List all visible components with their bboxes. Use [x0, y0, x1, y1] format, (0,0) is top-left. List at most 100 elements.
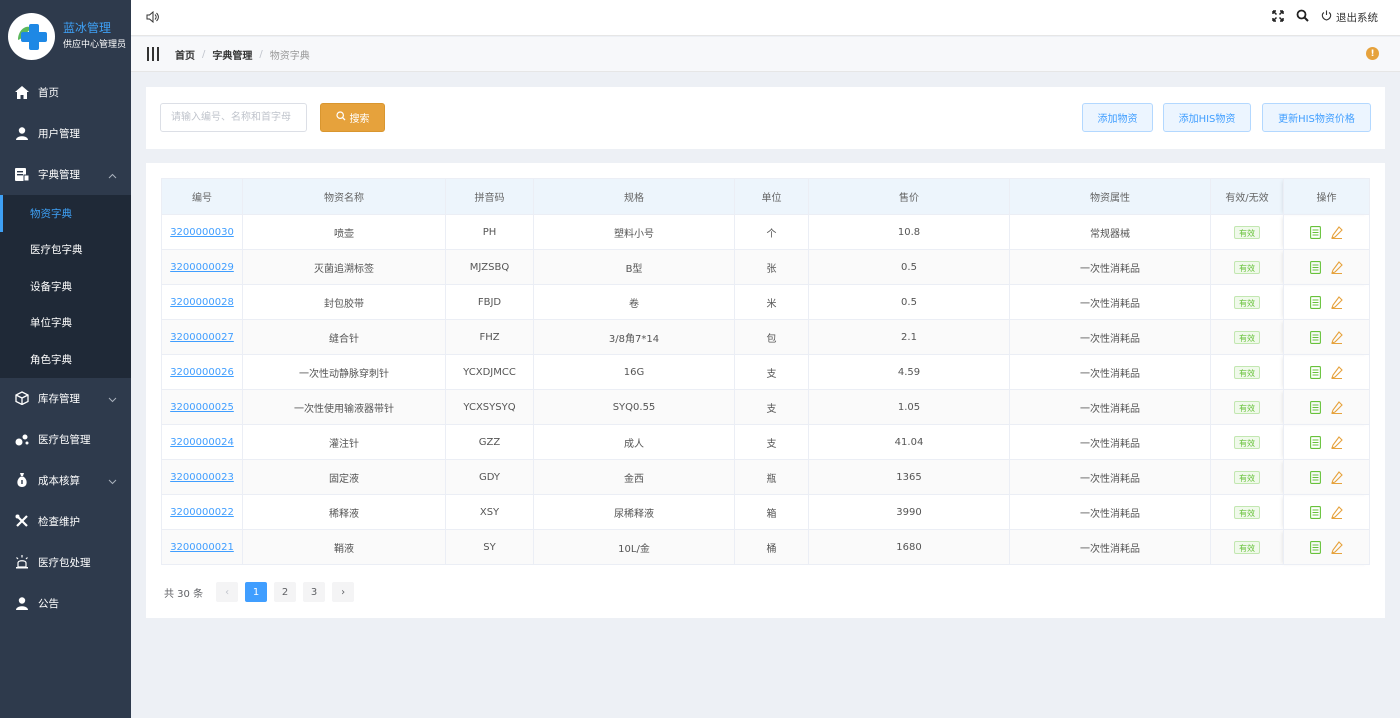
- sidebar-item-label: 首页: [38, 87, 59, 99]
- unit-cell: 桶: [734, 529, 809, 565]
- edit-icon[interactable]: [1331, 540, 1343, 554]
- pagination-page-button[interactable]: 2: [274, 582, 297, 602]
- power-icon: [1321, 10, 1332, 24]
- edit-icon[interactable]: [1331, 330, 1343, 344]
- material-code-link[interactable]: 3200000021: [170, 542, 234, 553]
- pagination-next-button[interactable]: ›: [332, 582, 355, 602]
- sidebar-item-label: 字典管理: [38, 169, 80, 181]
- material-code-link[interactable]: 3200000025: [170, 402, 234, 413]
- price-cell: 1365: [808, 459, 1010, 495]
- pinyin-cell: PH: [445, 214, 534, 250]
- unit-cell: 瓶: [734, 459, 809, 495]
- status-badge: 有效: [1234, 295, 1260, 309]
- table-row: 3200000025 一次性使用输液器带针 YCXSYSYQ SYQ0.55 支…: [161, 389, 1370, 425]
- sidebar-item-medical-pack-management[interactable]: 医疗包管理: [0, 419, 131, 460]
- search-icon[interactable]: [1296, 9, 1309, 25]
- pinyin-cell: YCXSYSYQ: [445, 389, 534, 425]
- pagination-page-button[interactable]: 3: [303, 582, 326, 602]
- material-code-link[interactable]: 3200000029: [170, 262, 234, 273]
- add-material-button[interactable]: 添加物资: [1082, 103, 1153, 132]
- edit-icon[interactable]: [1331, 505, 1343, 519]
- table-row: 3200000021 鞘液 SY 10L/金 桶 1680 一次性消耗品 有效: [161, 529, 1370, 565]
- column-header: 操作: [1283, 178, 1370, 215]
- table-row: 3200000029 灭菌追溯标签 MJZSBQ B型 张 0.5 一次性消耗品…: [161, 249, 1370, 285]
- box-icon: [14, 390, 30, 406]
- table-row: 3200000022 稀释液 XSY 尿稀释液 箱 3990 一次性消耗品 有效: [161, 494, 1370, 530]
- sidebar-item-users[interactable]: 用户管理: [0, 113, 131, 154]
- edit-icon[interactable]: [1331, 400, 1343, 414]
- info-icon[interactable]: !: [1366, 47, 1379, 60]
- view-detail-icon[interactable]: [1310, 540, 1321, 554]
- pagination-page-button[interactable]: 1: [245, 582, 268, 602]
- sidebar-item-label: 库存管理: [38, 392, 80, 405]
- table-row: 3200000026 一次性动静脉穿刺针 YCXDJMCC 16G 支 4.59…: [161, 354, 1370, 390]
- sidebar-item-cost-accounting[interactable]: 成本核算: [0, 460, 131, 501]
- unit-cell: 包: [734, 319, 809, 355]
- edit-icon[interactable]: [1331, 260, 1343, 274]
- pagination-prev-button[interactable]: ‹: [216, 582, 239, 602]
- view-detail-icon[interactable]: [1310, 505, 1321, 519]
- sidebar-item-home[interactable]: 首页: [0, 72, 131, 113]
- edit-icon[interactable]: [1331, 435, 1343, 449]
- sidebar-item-announcement[interactable]: 公告: [0, 583, 131, 624]
- submenu-item-material-dictionary[interactable]: 物资字典: [0, 195, 131, 232]
- pagination-total: 共 30 条: [164, 588, 204, 600]
- view-detail-icon[interactable]: [1310, 365, 1321, 379]
- column-header: 规格: [533, 178, 735, 215]
- search-button[interactable]: 搜索: [320, 103, 385, 132]
- column-header: 有效/无效: [1210, 178, 1284, 215]
- breadcrumb-home[interactable]: 首页: [175, 47, 195, 62]
- submenu-item-medical-pack-dictionary[interactable]: 医疗包字典: [0, 232, 131, 269]
- search-input[interactable]: [160, 103, 307, 132]
- add-his-material-button[interactable]: 添加HIS物资: [1163, 103, 1251, 132]
- material-code-link[interactable]: 3200000027: [170, 332, 234, 343]
- unit-cell: 个: [734, 214, 809, 250]
- edit-icon[interactable]: [1331, 470, 1343, 484]
- pinyin-cell: XSY: [445, 494, 534, 530]
- logout-button[interactable]: 退出系统: [1321, 10, 1378, 25]
- view-detail-icon[interactable]: [1310, 295, 1321, 309]
- sidebar: 蓝冰管理 供应中心管理员 首页 用户管理 字典管理 物资字典 医疗包字典 设备字…: [0, 0, 131, 718]
- sidebar-item-label: 用户管理: [38, 128, 80, 140]
- material-name-cell: 封包胶带: [242, 284, 446, 320]
- medical-pack-icon: [14, 431, 30, 447]
- breadcrumb: 首页 / 字典管理 / 物资字典: [175, 47, 310, 62]
- pinyin-cell: GDY: [445, 459, 534, 495]
- sidebar-item-medical-pack-processing[interactable]: 医疗包处理: [0, 542, 131, 583]
- view-detail-icon[interactable]: [1310, 330, 1321, 344]
- submenu-item-role-dictionary[interactable]: 角色字典: [0, 341, 131, 378]
- material-code-link[interactable]: 3200000030: [170, 227, 234, 238]
- menu-toggle-icon[interactable]: [147, 47, 159, 61]
- logo: [8, 12, 55, 60]
- unit-cell: 支: [734, 424, 809, 460]
- table-row: 3200000023 固定液 GDY 金西 瓶 1365 一次性消耗品 有效: [161, 459, 1370, 495]
- pinyin-cell: FBJD: [445, 284, 534, 320]
- speaker-icon[interactable]: [146, 10, 159, 26]
- alarm-light-icon: [14, 554, 30, 570]
- unit-cell: 箱: [734, 494, 809, 530]
- view-detail-icon[interactable]: [1310, 260, 1321, 274]
- material-code-link[interactable]: 3200000026: [170, 367, 234, 378]
- view-detail-icon[interactable]: [1310, 225, 1321, 239]
- price-cell: 2.1: [808, 319, 1010, 355]
- sidebar-item-dictionary[interactable]: 字典管理: [0, 154, 131, 195]
- material-code-link[interactable]: 3200000024: [170, 437, 234, 448]
- submenu-item-unit-dictionary[interactable]: 单位字典: [0, 305, 131, 342]
- sidebar-item-inspection-maintenance[interactable]: 检查维护: [0, 501, 131, 542]
- spec-cell: 卷: [533, 284, 735, 320]
- view-detail-icon[interactable]: [1310, 470, 1321, 484]
- view-detail-icon[interactable]: [1310, 435, 1321, 449]
- material-code-link[interactable]: 3200000022: [170, 507, 234, 518]
- status-badge: 有效: [1234, 400, 1260, 414]
- update-his-price-button[interactable]: 更新HIS物资价格: [1262, 103, 1371, 132]
- view-detail-icon[interactable]: [1310, 400, 1321, 414]
- sidebar-item-inventory[interactable]: 库存管理: [0, 378, 131, 419]
- material-code-link[interactable]: 3200000028: [170, 297, 234, 308]
- edit-icon[interactable]: [1331, 295, 1343, 309]
- submenu-item-equipment-dictionary[interactable]: 设备字典: [0, 268, 131, 305]
- breadcrumb-dictionary[interactable]: 字典管理: [212, 47, 252, 62]
- material-code-link[interactable]: 3200000023: [170, 472, 234, 483]
- edit-icon[interactable]: [1331, 365, 1343, 379]
- fullscreen-icon[interactable]: [1272, 9, 1284, 25]
- edit-icon[interactable]: [1331, 225, 1343, 239]
